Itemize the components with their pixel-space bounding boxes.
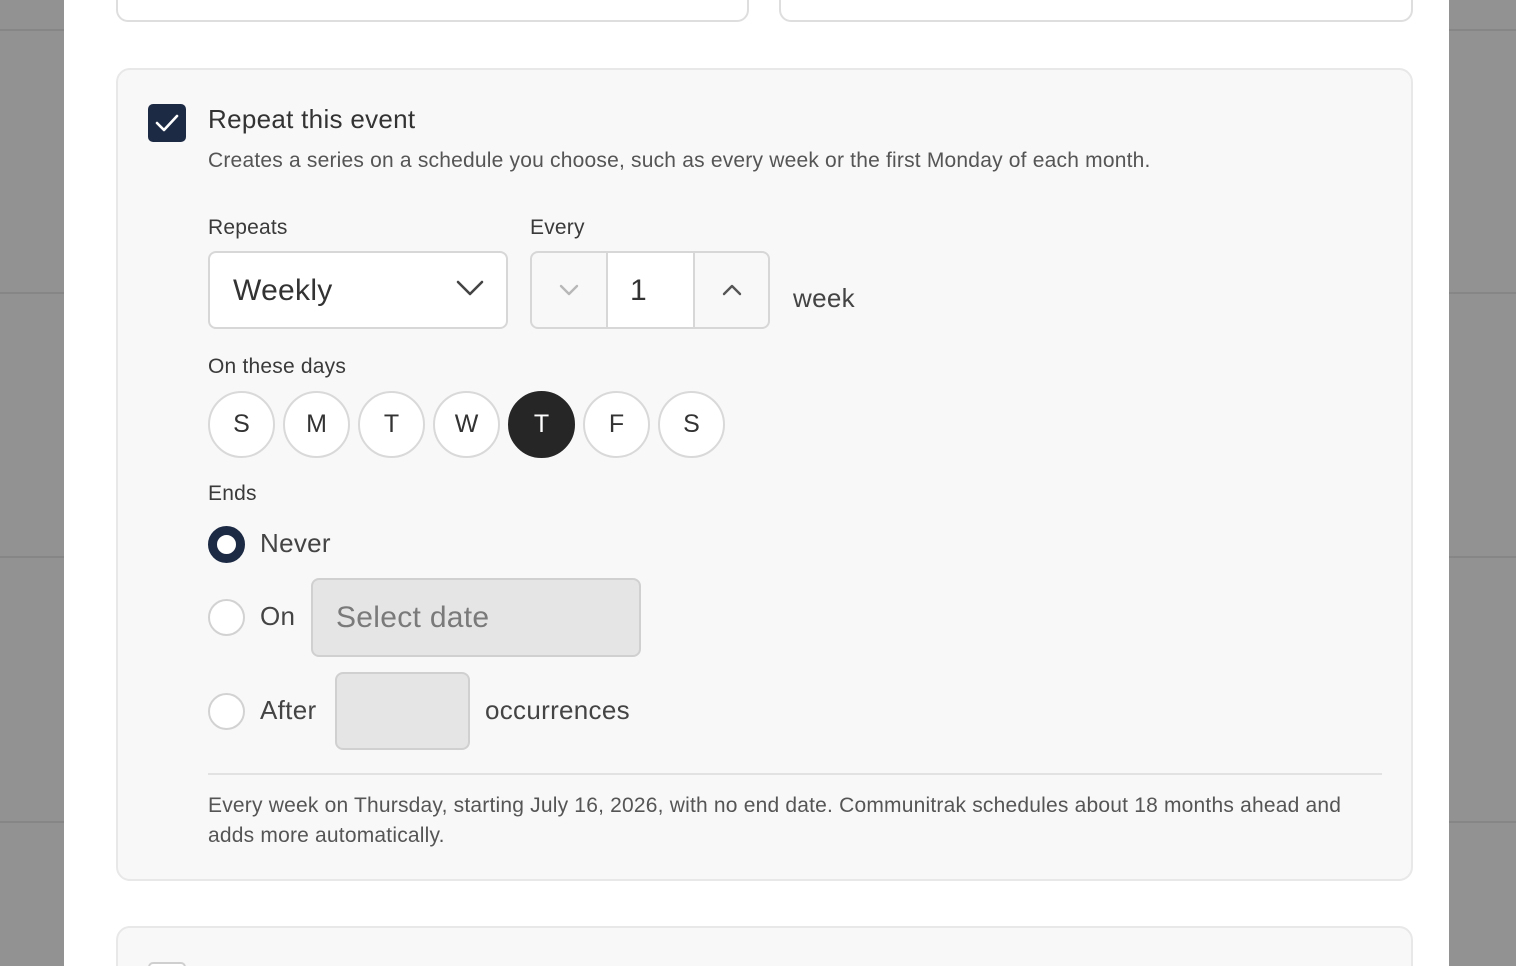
ends-never-label: Never	[260, 528, 331, 558]
occurrences-input[interactable]	[335, 672, 470, 750]
decrement-button[interactable]	[532, 253, 606, 327]
day-tuesday[interactable]: T	[358, 391, 425, 458]
ends-after-label: After	[260, 695, 317, 725]
ends-label: Ends	[208, 482, 257, 505]
recurrence-summary: Every week on Thursday, starting July 16…	[208, 794, 1342, 847]
repeat-panel: Repeat this event Creates a series on a …	[116, 68, 1413, 881]
day-friday[interactable]: F	[583, 391, 650, 458]
repeats-label: Repeats	[208, 216, 288, 239]
day-sunday[interactable]: S	[208, 391, 275, 458]
repeat-checkbox[interactable]	[148, 104, 186, 142]
next-option-checkbox[interactable]	[148, 962, 186, 966]
repeat-title: Repeat this event	[208, 104, 416, 134]
day-wednesday[interactable]: W	[433, 391, 500, 458]
occurrences-label: occurrences	[485, 695, 630, 725]
every-stepper: 1	[530, 251, 770, 329]
day-thursday[interactable]: T	[508, 391, 575, 458]
every-label: Every	[530, 216, 585, 239]
repeat-description: Creates a series on a schedule you choos…	[208, 149, 1151, 172]
repeats-value: Weekly	[233, 274, 333, 307]
next-option-panel	[116, 926, 1413, 966]
event-modal: Repeat this event Creates a series on a …	[64, 0, 1449, 966]
upper-field-left[interactable]	[116, 0, 749, 22]
ends-after-radio[interactable]	[208, 693, 245, 730]
repeats-select[interactable]: Weekly	[208, 251, 508, 329]
upper-field-right[interactable]	[779, 0, 1413, 22]
chevron-down-icon	[456, 280, 484, 296]
increment-button[interactable]	[695, 253, 768, 327]
check-icon	[155, 114, 179, 132]
ends-never-radio[interactable]	[208, 526, 245, 563]
days-label: On these days	[208, 355, 347, 378]
every-input[interactable]: 1	[606, 253, 695, 327]
ends-on-label: On	[260, 601, 296, 631]
divider	[208, 773, 1382, 775]
end-date-input[interactable]: Select date	[311, 578, 641, 657]
every-unit: week	[793, 283, 855, 313]
ends-on-radio[interactable]	[208, 599, 245, 636]
day-saturday[interactable]: S	[658, 391, 725, 458]
chevron-up-icon	[722, 284, 741, 296]
day-monday[interactable]: M	[283, 391, 350, 458]
chevron-down-icon	[559, 284, 579, 296]
